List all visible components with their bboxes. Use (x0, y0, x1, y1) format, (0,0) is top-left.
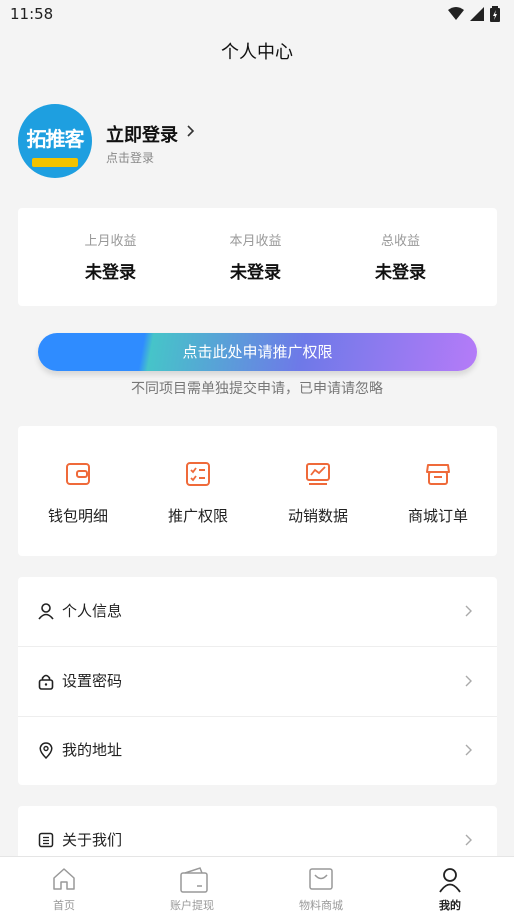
battery-icon (490, 6, 500, 22)
shortcut-wallet-details[interactable]: 钱包明细 (18, 426, 138, 556)
checklist-icon (186, 462, 210, 486)
wifi-icon (448, 7, 464, 20)
menu-item-label: 个人信息 (62, 602, 123, 620)
shortcut-label: 商城订单 (407, 507, 468, 525)
shortcut-label: 钱包明细 (47, 507, 108, 525)
chart-icon (306, 463, 330, 485)
income-label: 本月收益 (229, 234, 282, 249)
status-bar: 11:58 (0, 0, 514, 30)
menu-item-set-password[interactable]: 设置密码 (18, 647, 497, 716)
apply-promotion-button[interactable]: 点击此处申请推广权限 (38, 333, 477, 371)
wallet-icon (66, 463, 90, 485)
status-time: 11:58 (10, 5, 54, 23)
income-label: 上月收益 (84, 234, 137, 249)
avatar[interactable]: 拓推客 (18, 104, 92, 178)
income-card: 上月收益 未登录 本月收益 未登录 总收益 未登录 (18, 208, 497, 306)
menu-item-my-address[interactable]: 我的地址 (18, 716, 497, 785)
document-icon (38, 832, 54, 848)
tab-withdraw[interactable]: 账户提现 (128, 857, 256, 915)
shortcut-label: 动销数据 (287, 507, 348, 525)
login-link[interactable]: 立即登录 (106, 121, 178, 147)
status-icons (448, 6, 500, 22)
home-icon (53, 868, 75, 890)
location-icon (39, 742, 53, 759)
shortcut-mall-orders[interactable]: 商城订单 (378, 426, 498, 556)
menu-item-label: 关于我们 (62, 831, 123, 849)
shortcut-grid: 钱包明细 推广权限 动销数据 商城订单 (18, 426, 497, 556)
chevron-right-icon (187, 125, 195, 137)
shortcut-sales-data[interactable]: 动销数据 (258, 426, 378, 556)
tab-mine[interactable]: 我的 (386, 857, 514, 915)
menu-item-personal-info[interactable]: 个人信息 (18, 577, 497, 646)
income-value: 未登录 (230, 263, 281, 283)
shortcut-label: 推广权限 (167, 507, 228, 525)
bottom-tab-bar: 首页 账户提现 物料商城 我的 (0, 856, 514, 915)
tab-home[interactable]: 首页 (0, 857, 128, 915)
chevron-right-icon (465, 605, 472, 617)
bag-icon (309, 868, 333, 890)
chevron-right-icon (465, 834, 472, 846)
shortcut-promotion-rights[interactable]: 推广权限 (138, 426, 258, 556)
menu-item-label: 设置密码 (62, 672, 123, 690)
income-value: 未登录 (85, 263, 136, 283)
tab-label: 首页 (53, 899, 75, 912)
tab-label: 我的 (439, 899, 461, 912)
tab-label: 物料商城 (299, 899, 343, 912)
lock-icon (38, 674, 54, 690)
settings-menu: 个人信息 设置密码 我的地址 (18, 577, 497, 785)
apply-hint: 不同项目需单独提交申请，已申请请忽略 (131, 381, 383, 397)
wallet-tab-icon (180, 867, 208, 893)
avatar-logo-bar (32, 158, 78, 167)
login-subtitle: 点击登录 (106, 151, 155, 165)
signal-icon (470, 7, 484, 21)
user-tab-icon (439, 868, 461, 893)
store-icon (426, 464, 450, 485)
tab-material-mall[interactable]: 物料商城 (257, 857, 385, 915)
menu-item-label: 我的地址 (62, 741, 123, 759)
income-value: 未登录 (375, 263, 426, 283)
tab-label: 账户提现 (170, 899, 214, 912)
income-label: 总收益 (380, 234, 420, 249)
person-icon (38, 603, 54, 620)
chevron-right-icon (465, 744, 472, 756)
avatar-logo-text: 拓推客 (26, 127, 85, 151)
page-title: 个人中心 (221, 42, 293, 63)
chevron-right-icon (465, 675, 472, 687)
profile-section[interactable]: 拓推客 立即登录 点击登录 (18, 104, 498, 184)
